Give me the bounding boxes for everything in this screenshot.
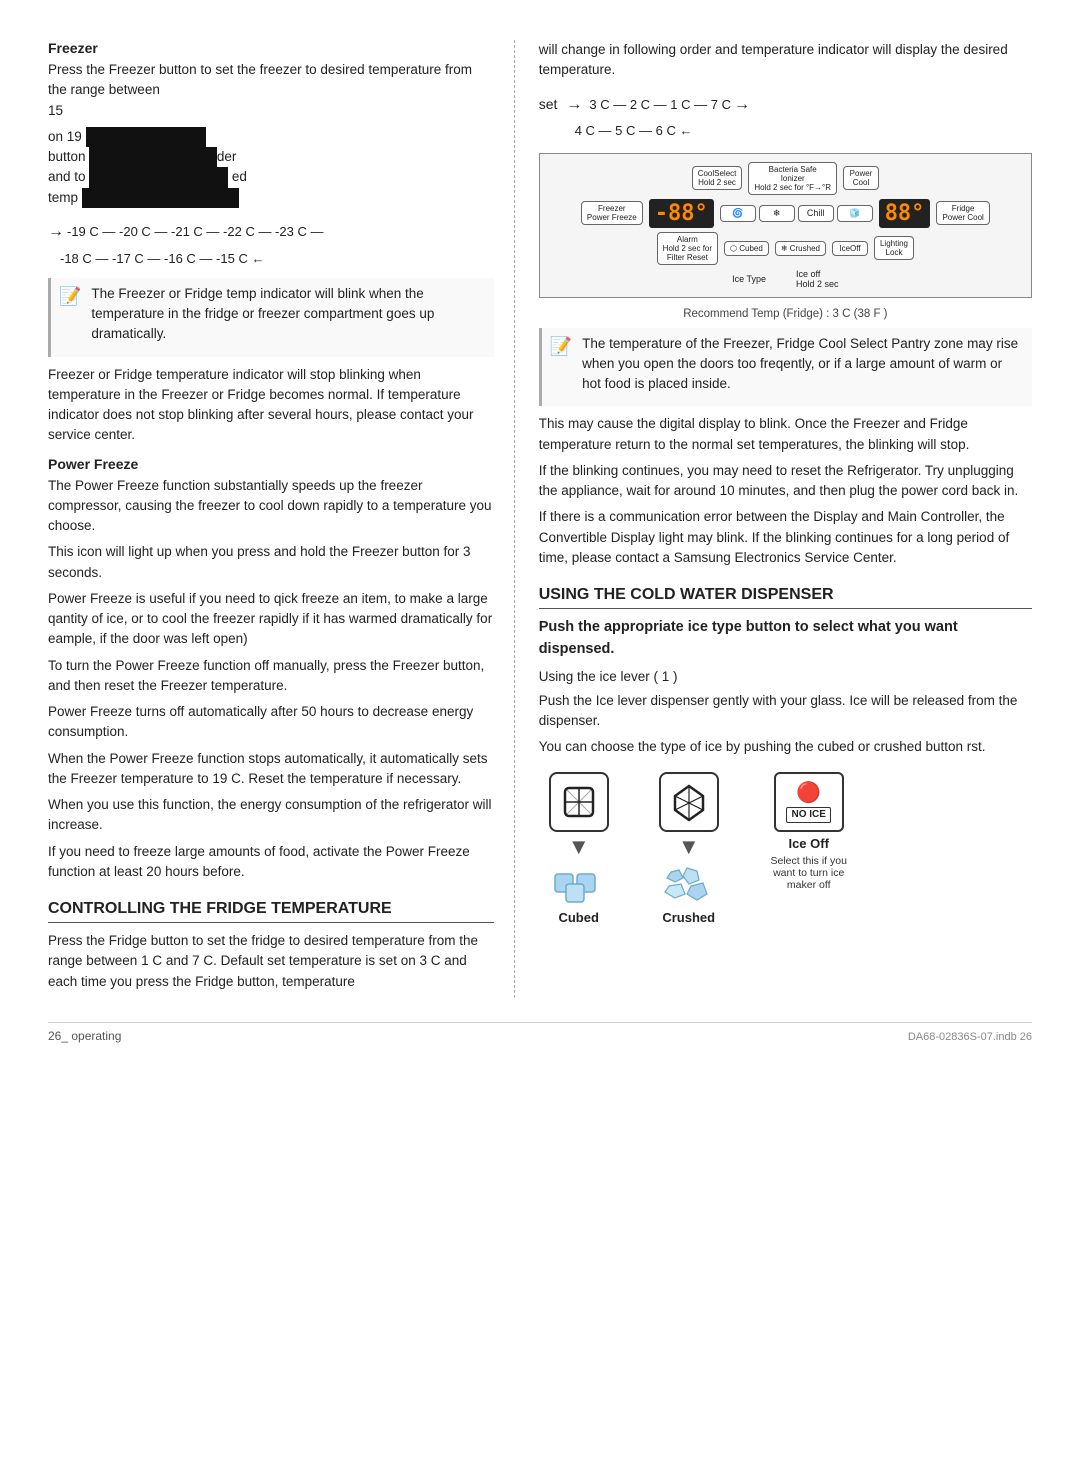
panel-icon1: 🌀 xyxy=(720,205,756,222)
fridge-temp-top: set → 3 C — 2 C — 1 C — 7 C → xyxy=(539,91,750,120)
ice-off-sub: Select this if you want to turn ice make… xyxy=(759,855,859,891)
left-column: Freezer Press the Freezer button to set … xyxy=(48,40,515,998)
panel-fridge-btn: FridgePower Cool xyxy=(936,201,989,225)
panel-chill: Chill xyxy=(798,205,834,222)
footer: 26_ operating DA68-02836S-07.indb 26 xyxy=(48,1022,1032,1043)
blink-p1: This may cause the digital display to bl… xyxy=(539,414,1032,455)
cold-water-heading: USING THE COLD WATER DISPENSER xyxy=(539,586,1032,609)
freezer-heading: Freezer xyxy=(48,40,494,56)
panel-temp-left: -88° xyxy=(649,199,714,228)
ice-cubed-arrow: ▼ xyxy=(568,836,590,858)
fridge-temp-diagram: set → 3 C — 2 C — 1 C — 7 C → 4 C — 5 C … xyxy=(539,91,1032,143)
ice-crushed-icon-box xyxy=(659,772,719,832)
ice-crushed-img xyxy=(660,862,718,906)
panel-power-cool: PowerCool xyxy=(843,166,879,190)
fridge-temp-bot: 4 C — 5 C — 6 C ← xyxy=(539,119,693,142)
using-lever: Using the ice lever ( 1 ) xyxy=(539,667,1032,687)
panel-ice-off: IceOff xyxy=(832,241,868,256)
ice-crushed-label: Crushed xyxy=(662,910,715,925)
power-freeze-p5: Power Freeze turns off automatically aft… xyxy=(48,702,494,743)
right-column: will change in following order and tempe… xyxy=(515,40,1032,998)
note-icon: 📝 xyxy=(59,286,81,307)
note-rise-text: The temperature of the Freezer, Fridge C… xyxy=(582,334,1024,395)
panel-freezer-btn: FreezerPower Freeze xyxy=(581,201,643,225)
ice-icons-row: ▼ Cubed xyxy=(539,772,1032,925)
intro-p1: will change in following order and tempe… xyxy=(539,40,1032,81)
ice-cubed-icon-box xyxy=(549,772,609,832)
temp-cycle-bot: -18 C — -17 C — -16 C — -15 C ← xyxy=(48,247,264,270)
panel-icon2: ❄ xyxy=(759,205,795,222)
power-freeze-heading: Power Freeze xyxy=(48,456,494,472)
main-content: Freezer Press the Freezer button to set … xyxy=(48,40,1032,998)
power-freeze-p1: The Power Freeze function substantially … xyxy=(48,476,494,537)
note-freezer-temp: 📝 The Freezer or Fridge temp indicator w… xyxy=(48,278,494,357)
panel-crushed: ❄ Crushed xyxy=(775,241,826,256)
footer-operating: 26_ operating xyxy=(48,1029,121,1043)
page: Freezer Press the Freezer button to set … xyxy=(0,0,1080,1472)
temp-cycle-diagram: → -19 C — -20 C — -21 C — -22 C — -23 C … xyxy=(48,218,494,270)
panel-top-row: CoolSelectHold 2 sec Bacteria SafeIonize… xyxy=(548,162,1023,195)
panel-coolselect: CoolSelectHold 2 sec xyxy=(692,166,743,190)
indicator-stop: Freezer or Fridge temperature indicator … xyxy=(48,365,494,446)
power-freeze-p6: When the Power Freeze function stops aut… xyxy=(48,749,494,790)
freezer-p1: Press the Freezer button to set the free… xyxy=(48,60,494,121)
panel-fridge-icon: 🧊 xyxy=(837,205,873,222)
ice-cubed-label: Cubed xyxy=(558,910,598,925)
ice-cubed-svg xyxy=(559,782,599,822)
panel-ice-type: Ice Type xyxy=(732,274,766,284)
rec-temp: Recommend Temp (Fridge) : 3 C (38 F ) xyxy=(539,308,1032,320)
dispenser-subheading: Push the appropriate ice type button to … xyxy=(539,617,1032,661)
footer-doc: DA68-02836S-07.indb 26 xyxy=(908,1031,1032,1043)
power-freeze-p4: To turn the Power Freeze function off ma… xyxy=(48,656,494,697)
panel-mode-icons: 🌀 ❄ Chill 🧊 xyxy=(720,205,873,222)
ice-cubed-item: ▼ Cubed xyxy=(539,772,619,925)
note-freezer-text: The Freezer or Fridge temp indicator wil… xyxy=(91,284,485,345)
note-temp-rise: 📝 The temperature of the Freezer, Fridge… xyxy=(539,328,1032,407)
lever-p1: Push the Ice lever dispenser gently with… xyxy=(539,691,1032,732)
ice-off-label: Ice Off xyxy=(788,836,828,851)
ice-off-item: 🔴 NO ICE Ice Off Select this if you want… xyxy=(759,772,859,891)
ice-off-text: 🔴 NO ICE xyxy=(784,779,832,825)
lever-p2: You can choose the type of ice by pushin… xyxy=(539,737,1032,757)
panel-ice-off-label: Ice offHold 2 sec xyxy=(796,269,839,289)
panel-lighting: LightingLock xyxy=(874,236,914,260)
panel-temp-right: 88° xyxy=(879,199,931,228)
panel-footer-row: Ice Type Ice offHold 2 sec xyxy=(548,269,1023,289)
power-freeze-p8: If you need to freeze large amounts of f… xyxy=(48,842,494,883)
blink-p2: If the blinking continues, you may need … xyxy=(539,461,1032,502)
note-rise-icon: 📝 xyxy=(550,336,572,357)
no-ice-badge: NO ICE xyxy=(786,807,830,823)
ice-cubed-img xyxy=(550,862,608,906)
panel-bot-row: AlarmHold 2 sec forFilter Reset ⬡ Cubed … xyxy=(548,232,1023,265)
panel-mid-row: FreezerPower Freeze -88° 🌀 ❄ Chill 🧊 88°… xyxy=(548,199,1023,228)
panel-cubed: ⬡ Cubed xyxy=(724,241,769,256)
panel-display: CoolSelectHold 2 sec Bacteria SafeIonize… xyxy=(539,153,1032,298)
ice-crushed-arrow: ▼ xyxy=(678,836,700,858)
blink-p3: If there is a communication error betwee… xyxy=(539,507,1032,568)
freezer-redacted: on 19 button der and to ed temp xyxy=(48,127,494,208)
controlling-fridge-heading: CONTROLLING THE FRIDGE TEMPERATURE xyxy=(48,900,494,923)
panel-bacteria: Bacteria SafeIonizerHold 2 sec for °F→°R xyxy=(748,162,837,195)
power-freeze-p3: Power Freeze is useful if you need to qi… xyxy=(48,589,494,650)
temp-cycle-top: → -19 C — -20 C — -21 C — -22 C — -23 C … xyxy=(48,218,323,247)
power-freeze-p2: This icon will light up when you press a… xyxy=(48,542,494,583)
ice-crushed-svg xyxy=(669,782,709,822)
power-freeze-p7: When you use this function, the energy c… xyxy=(48,795,494,836)
controlling-p1: Press the Fridge button to set the fridg… xyxy=(48,931,494,992)
ice-off-icon-box: 🔴 NO ICE xyxy=(774,772,844,832)
panel-alarm: AlarmHold 2 sec forFilter Reset xyxy=(657,232,718,265)
ice-crushed-item: ▼ Crushed xyxy=(649,772,729,925)
